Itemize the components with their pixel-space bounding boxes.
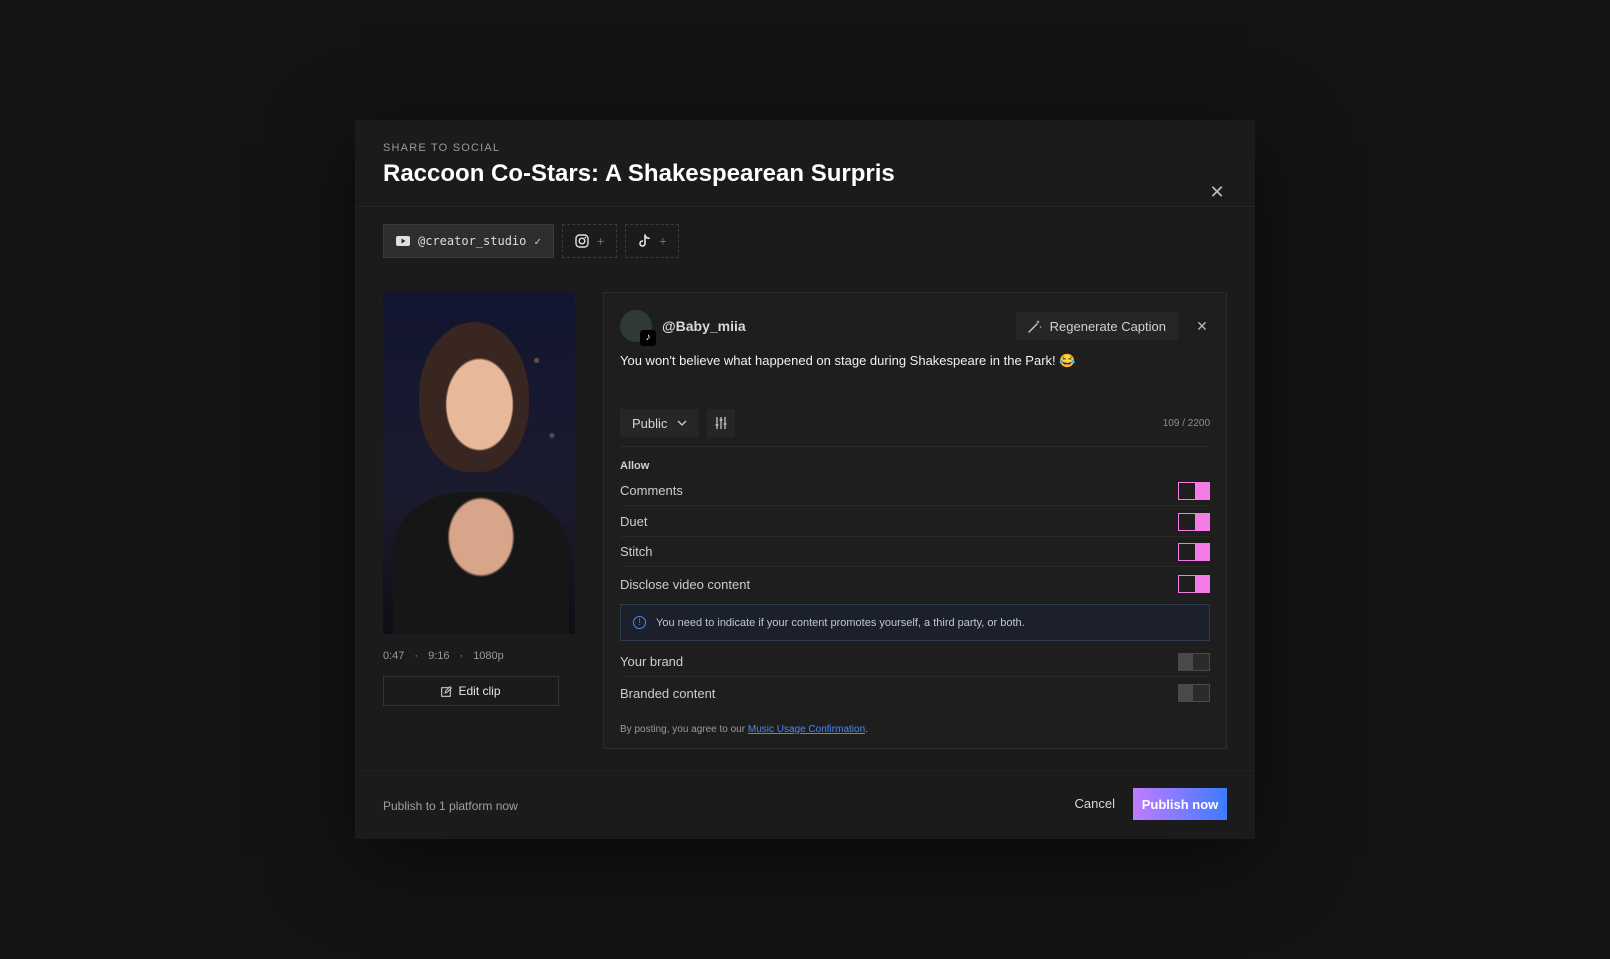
- account-handle: @Baby_miia: [662, 318, 746, 334]
- sliders-icon: [715, 417, 727, 429]
- allow-section-title: Allow: [620, 460, 650, 472]
- close-icon[interactable]: ✕: [1207, 182, 1227, 202]
- youtube-icon: [396, 236, 410, 246]
- post-controls: Public 109 / 2200: [620, 409, 1210, 437]
- modal-eyebrow: SHARE TO SOCIAL: [383, 142, 501, 154]
- toggle-label: Branded content: [620, 685, 716, 701]
- edit-clip-label: Edit clip: [458, 684, 501, 698]
- tiktok-icon: [639, 234, 651, 247]
- avatar: ♪: [620, 310, 656, 346]
- visibility-select[interactable]: Public: [620, 409, 700, 437]
- account-chip-label: @creator_studio: [418, 234, 527, 248]
- header-divider: [355, 206, 1255, 207]
- account-selector: @creator_studio ✓ + +: [383, 224, 680, 258]
- duet-toggle[interactable]: [1178, 512, 1210, 531]
- video-thumbnail[interactable]: [383, 292, 575, 634]
- share-modal: SHARE TO SOCIAL Raccoon Co-Stars: A Shak…: [355, 120, 1255, 839]
- modal-header: SHARE TO SOCIAL Raccoon Co-Stars: A Shak…: [383, 142, 1227, 202]
- account-chip-instagram[interactable]: +: [562, 224, 618, 258]
- toggle-label: Duet: [620, 514, 648, 529]
- close-icon[interactable]: ✕: [1194, 318, 1210, 335]
- toggle-row-comments: Comments: [620, 476, 1210, 506]
- toggle-label: Comments: [620, 483, 683, 498]
- modal-title: Raccoon Co-Stars: A Shakespearean Surpri…: [383, 160, 895, 187]
- magic-wand-icon: [1027, 320, 1042, 333]
- clip-aspect: 9:16: [428, 650, 450, 662]
- edit-icon: [441, 685, 453, 697]
- account-chip-youtube[interactable]: @creator_studio ✓: [383, 224, 554, 258]
- settings-sliders-button[interactable]: [707, 409, 736, 437]
- clip-meta: 0:47 · 9:16 · 1080p: [383, 650, 504, 662]
- notice-text: You need to indicate if your content pro…: [656, 616, 1025, 629]
- instagram-icon: [575, 234, 589, 248]
- caption-text[interactable]: You won't believe what happened on stage…: [620, 353, 1210, 369]
- publish-now-button[interactable]: Publish now: [1133, 788, 1227, 820]
- post-header: ♪ @Baby_miia Regenerate Caption ✕: [620, 309, 1210, 346]
- toggle-label: Your brand: [620, 654, 684, 669]
- check-icon: ✓: [534, 234, 541, 248]
- comments-toggle[interactable]: [1178, 481, 1210, 500]
- music-usage-link[interactable]: Music Usage Confirmation: [748, 724, 865, 735]
- toggle-row-branded-content: Branded content: [620, 678, 1210, 708]
- disclosure-notice: ! You need to indicate if your content p…: [620, 604, 1210, 641]
- your-brand-toggle[interactable]: [1178, 652, 1210, 671]
- cancel-button[interactable]: Cancel: [1075, 796, 1115, 811]
- regenerate-caption-button[interactable]: Regenerate Caption: [1015, 312, 1178, 340]
- tiktok-badge-icon: ♪: [640, 330, 656, 346]
- controls-divider: [620, 446, 1210, 447]
- toggle-row-duet: Duet: [620, 507, 1210, 537]
- toggle-label: Stitch: [620, 544, 653, 559]
- footer-divider: [355, 770, 1255, 771]
- toggle-label: Disclose video content: [620, 576, 751, 592]
- legal-text: By posting, you agree to our Music Usage…: [620, 724, 868, 735]
- clip-duration: 0:47: [383, 650, 405, 662]
- info-icon: !: [633, 616, 646, 629]
- toggle-row-disclose: Disclose video content: [620, 569, 1210, 599]
- plus-icon: +: [597, 234, 605, 248]
- toggle-row-stitch: Stitch: [620, 537, 1210, 567]
- clip-resolution: 1080p: [473, 650, 504, 662]
- disclose-toggle[interactable]: [1178, 575, 1210, 593]
- stitch-toggle[interactable]: [1178, 542, 1210, 561]
- publish-summary: Publish to 1 platform now: [383, 799, 518, 813]
- edit-clip-button[interactable]: Edit clip: [383, 676, 559, 706]
- regenerate-caption-label: Regenerate Caption: [1049, 318, 1166, 334]
- branded-content-toggle[interactable]: [1178, 684, 1210, 702]
- toggle-row-your-brand: Your brand: [620, 647, 1210, 677]
- account-chip-tiktok[interactable]: +: [625, 224, 680, 258]
- visibility-value: Public: [632, 415, 668, 431]
- clip-preview-column: 0:47 · 9:16 · 1080p Edit clip: [383, 292, 575, 706]
- post-settings-panel: ♪ @Baby_miia Regenerate Caption ✕ You wo…: [603, 292, 1227, 749]
- character-count: 109 / 2200: [1162, 417, 1210, 429]
- chevron-down-icon: [677, 420, 687, 426]
- plus-icon: +: [659, 234, 667, 248]
